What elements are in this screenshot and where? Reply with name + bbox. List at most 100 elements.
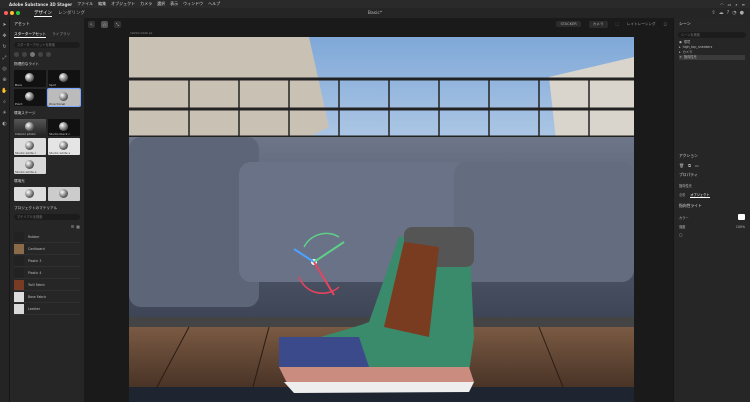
- material-category-icon[interactable]: [22, 52, 27, 57]
- light-thumb[interactable]: Bare: [14, 70, 46, 87]
- thumb-label: Interior photo: [15, 132, 36, 136]
- duplicate-icon[interactable]: ⧉: [688, 163, 691, 168]
- envlight-section-title[interactable]: 環境光: [10, 176, 84, 185]
- actions-title[interactable]: アクション: [674, 150, 750, 162]
- model-category-icon[interactable]: [14, 52, 19, 57]
- menu-object[interactable]: オブジェクト: [111, 1, 135, 7]
- lights-section-title[interactable]: 物理的なライト: [10, 59, 84, 68]
- zoom-tool-icon[interactable]: ⌕: [3, 99, 6, 105]
- control-center-icon[interactable]: ≡: [742, 2, 745, 7]
- tab-object[interactable]: オブジェクト: [690, 192, 710, 198]
- slider-handle-icon[interactable]: ◯: [679, 233, 683, 237]
- image-category-icon[interactable]: [38, 52, 43, 57]
- scale-tool-icon[interactable]: ⤢: [2, 55, 6, 61]
- properties-title[interactable]: プロパティ: [674, 169, 750, 181]
- intensity-slider[interactable]: ◯: [674, 231, 750, 239]
- env-thumb[interactable]: Studio white a: [14, 157, 46, 174]
- viewport: ↖ ∩ ⤡ STACKER カメラ ⬚ レイトレーシング ▢ 1920×1440…: [84, 18, 673, 402]
- share-icon[interactable]: ⇪: [711, 10, 715, 16]
- light-preview-icon: [25, 92, 34, 101]
- close-icon[interactable]: [4, 11, 8, 15]
- rotate-tool-icon[interactable]: ↻: [2, 44, 6, 50]
- transform-icon[interactable]: ⤡: [114, 20, 121, 28]
- env-thumb[interactable]: Studio white c: [14, 138, 46, 155]
- thumb-label: Spot: [49, 83, 56, 87]
- menu-window[interactable]: ウィンドウ: [183, 1, 203, 7]
- app-name[interactable]: Adobe Substance 3D Stager: [9, 2, 72, 7]
- thumb-label: Studio white c: [15, 151, 37, 155]
- env-section-title[interactable]: 環境ステージ: [10, 108, 84, 117]
- menu-select[interactable]: 選択: [157, 1, 165, 7]
- light-thumb[interactable]: Directional: [47, 88, 81, 107]
- envlight-thumb[interactable]: [48, 187, 80, 201]
- light-thumb[interactable]: Point: [14, 89, 46, 106]
- delete-icon[interactable]: 🗑: [679, 163, 684, 168]
- list-view-icon[interactable]: ☰: [71, 224, 75, 229]
- material-tool-icon[interactable]: ◐: [2, 121, 6, 127]
- menu-camera[interactable]: カメラ: [140, 1, 152, 7]
- menu-file[interactable]: ファイル: [77, 1, 93, 7]
- intensity-label: 強度: [679, 225, 686, 229]
- frame-icon[interactable]: ⬚: [616, 22, 619, 26]
- grid-view-icon[interactable]: ▦: [76, 224, 80, 229]
- tab-render[interactable]: レンダリング: [58, 10, 85, 17]
- list-item[interactable]: Plastic 4: [14, 267, 80, 279]
- env-thumb[interactable]: Studio white s: [48, 138, 80, 155]
- action-buttons: 🗑 ⧉ ▭: [674, 162, 750, 169]
- tab-library[interactable]: ライブラリ: [52, 32, 70, 38]
- search-icon[interactable]: ⌕: [735, 2, 737, 7]
- list-item[interactable]: Base Fabric: [14, 291, 80, 303]
- pan-tool-icon[interactable]: ✋: [1, 88, 7, 94]
- unit-select[interactable]: STACKER: [556, 21, 581, 27]
- list-item[interactable]: Leather: [14, 303, 80, 315]
- materials-section-title[interactable]: プロジェクトのマテリアル: [10, 203, 84, 212]
- menu-help[interactable]: ヘルプ: [208, 1, 220, 7]
- scene-item-label: 指向性光: [683, 55, 697, 59]
- scene-search-input[interactable]: シーンを検索: [678, 32, 746, 38]
- render-icon[interactable]: ▢: [664, 22, 667, 26]
- envlight-thumb[interactable]: [14, 187, 46, 201]
- wifi-icon[interactable]: ◠: [720, 2, 724, 7]
- bell-icon[interactable]: ◔: [732, 10, 736, 16]
- light-tool-icon[interactable]: ☀: [2, 110, 6, 116]
- assets-search-input[interactable]: スターターアセットを検索: [14, 42, 80, 48]
- select-mode-icon[interactable]: ↖: [88, 20, 95, 28]
- camera-select[interactable]: カメラ: [588, 20, 608, 28]
- intensity-row: 強度 100%: [674, 222, 750, 231]
- asset-category-icons: [10, 50, 84, 59]
- env-category-icon[interactable]: [46, 52, 51, 57]
- list-item[interactable]: Plastic 3: [14, 255, 80, 267]
- envlight-grid: [10, 185, 84, 203]
- list-item[interactable]: Cardboard: [14, 243, 80, 255]
- light-thumb[interactable]: Spot: [48, 70, 80, 87]
- light-category-icon[interactable]: [30, 52, 35, 57]
- move-tool-icon[interactable]: ✥: [2, 33, 6, 39]
- tab-starter-assets[interactable]: スターターアセット: [14, 32, 47, 38]
- list-item[interactable]: Rubber: [14, 231, 80, 243]
- orbit-tool-icon[interactable]: ⊕: [2, 77, 6, 83]
- cloud-icon[interactable]: ☁: [719, 10, 724, 16]
- render-mode-label[interactable]: レイトレーシング: [627, 22, 656, 27]
- maximize-icon[interactable]: [16, 11, 20, 15]
- help-icon[interactable]: ?: [727, 10, 730, 16]
- minimize-icon[interactable]: [10, 11, 14, 15]
- env-thumb[interactable]: Interior photo: [14, 119, 46, 136]
- color-swatch[interactable]: [738, 214, 745, 220]
- menu-edit[interactable]: 編集: [98, 1, 106, 7]
- tab-design[interactable]: デザイン: [34, 10, 52, 17]
- snap-icon[interactable]: ∩: [101, 20, 108, 28]
- canvas-size-label: 1920×1440 px: [130, 31, 153, 35]
- materials-search-input[interactable]: マテリアルを検索: [14, 214, 80, 220]
- menu-view[interactable]: 表示: [170, 1, 178, 7]
- group-icon[interactable]: ▭: [695, 163, 699, 168]
- light-section-title[interactable]: 指向性ライト: [674, 200, 750, 212]
- env-thumb[interactable]: Studio black c: [48, 119, 80, 136]
- camera-tool-icon[interactable]: ◎: [2, 66, 6, 72]
- select-tool-icon[interactable]: ➤: [2, 22, 6, 28]
- list-item[interactable]: Twill Fabric: [14, 279, 80, 291]
- tab-general[interactable]: 全般: [679, 192, 685, 198]
- account-icon[interactable]: ●: [740, 10, 744, 16]
- render-canvas[interactable]: [129, 37, 634, 402]
- intensity-value[interactable]: 100%: [736, 225, 745, 229]
- battery-icon[interactable]: ▭: [728, 2, 732, 7]
